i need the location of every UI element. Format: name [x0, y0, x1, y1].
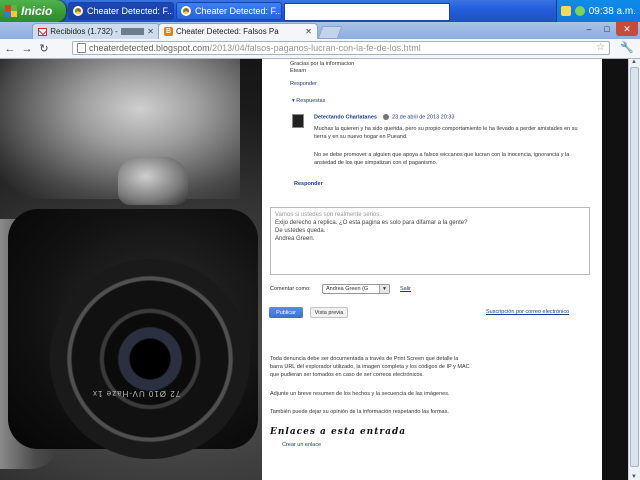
scrollbar-thumb[interactable] — [630, 67, 639, 467]
reply-body-line: ansiedad de los que simpatizan con el pa… — [314, 160, 438, 166]
taskbar-task-1[interactable]: Cheater Detected: F... — [68, 2, 174, 20]
blogger-icon: B — [164, 27, 173, 36]
textarea-line: Vamos si ustedes son realmente serios.. — [275, 212, 383, 218]
section-title: Enlaces a esta entrada — [270, 427, 407, 437]
comment-textarea[interactable]: Vamos si ustedes son realmente serios.. … — [270, 207, 590, 275]
start-button[interactable]: Inicio — [0, 0, 66, 22]
task-label: Cheater Detected: F... — [195, 6, 282, 16]
close-window-icon[interactable]: ✕ — [616, 22, 638, 36]
edit-icon — [382, 114, 389, 120]
notice-line: Adjunte un breve resumen de los hechos y… — [270, 391, 450, 397]
reply-date[interactable]: 23 de abril de 2013 20:33 — [392, 114, 454, 120]
comment-text: Etearn — [290, 68, 307, 74]
comment-as-select[interactable]: Andrea Green (G ▼ — [322, 284, 390, 294]
taskbar: Inicio Cheater Detected: F... Cheater De… — [0, 0, 640, 22]
textarea-line: De ustedes queda. — [275, 228, 326, 234]
publish-button[interactable]: Publicar — [269, 307, 303, 318]
reply-body-line: tierra y en su nuevo hogar en Pueand. — [314, 134, 408, 140]
create-link[interactable]: Crear un enlace — [282, 442, 321, 449]
page-viewport: 72 Ø10 UV-Haze 1x Gracias por la informa… — [0, 59, 640, 480]
blog-content-column: Gracias por la informacion Etearn Respon… — [262, 59, 602, 480]
browser-toolbar: ← → ↻ cheaterdetected.blogspot.com/2013/… — [0, 39, 640, 59]
forward-icon[interactable]: → — [20, 42, 34, 56]
scroll-down-icon[interactable]: ▼ — [631, 474, 637, 480]
taskbar-task-redacted[interactable] — [284, 3, 450, 21]
photographer-finger — [118, 157, 188, 205]
system-tray: 09:38 a.m. — [556, 0, 640, 22]
browser-tab-bar: Recibidos (1.732) - ✕ B Cheater Detected… — [0, 22, 640, 39]
comment-text: Gracias por la informacion — [290, 61, 355, 67]
reply-link[interactable]: Responder — [290, 81, 317, 88]
tray-icon-1[interactable] — [560, 6, 571, 16]
close-tab-icon[interactable]: ✕ — [305, 27, 312, 36]
new-tab-button[interactable] — [317, 26, 343, 39]
logout-link[interactable]: Salir — [400, 286, 411, 293]
windows-flag-icon — [5, 5, 17, 17]
tray-icon-2[interactable] — [574, 6, 585, 16]
textarea-line: Andrea Green. — [275, 236, 315, 242]
back-icon[interactable]: ← — [3, 42, 17, 56]
wrench-menu-icon[interactable]: 🔧 — [620, 41, 634, 54]
gmail-icon — [38, 27, 48, 36]
redacted-text — [120, 28, 145, 35]
reply-link[interactable]: Responder — [294, 181, 323, 188]
notice-line: También puede dejar su opinión de la inf… — [270, 409, 449, 415]
chrome-icon — [181, 6, 191, 16]
close-tab-icon[interactable]: ✕ — [147, 27, 154, 36]
vertical-scrollbar[interactable]: ▲ ▼ — [628, 59, 640, 480]
lens-text: 72 Ø10 UV-Haze 1x — [92, 389, 181, 398]
replies-label: Respuestas — [296, 98, 326, 104]
reply-author[interactable]: Detectando Charlatanes — [314, 114, 377, 120]
page-icon — [77, 43, 86, 53]
url-path: /2013/04/falsos-paganos-lucran-con-la-fe… — [209, 43, 421, 53]
textarea-line: Exijo derecho a replica. ¿O esta pagina … — [275, 220, 468, 226]
chevron-down-icon: ▼ — [379, 285, 389, 293]
subscribe-link[interactable]: Suscripción por correo electrónico — [486, 309, 569, 316]
notice-line: que pudieran ser tomados en caso de ser … — [270, 372, 424, 378]
tab-gmail[interactable]: Recibidos (1.732) - ✕ — [32, 23, 160, 39]
avatar — [292, 114, 304, 128]
maximize-icon[interactable]: □ — [598, 22, 616, 36]
address-bar[interactable]: cheaterdetected.blogspot.com/2013/04/fal… — [72, 41, 610, 55]
notice-line: Toda denuncia debe ser documentada a tra… — [270, 356, 459, 362]
minimize-icon[interactable]: – — [580, 22, 598, 36]
reload-icon[interactable]: ↻ — [37, 42, 51, 56]
comment-as-value: Andrea Green (G — [326, 286, 369, 292]
tab-cheater-detected[interactable]: B Cheater Detected: Falsos Pa ✕ — [158, 23, 318, 39]
reply-body-line: No se debe promover a alguien que apoya … — [314, 152, 570, 158]
comment-as-label: Comentar como: — [270, 286, 311, 292]
taskbar-task-2[interactable]: Cheater Detected: F... — [176, 2, 282, 20]
camera-lens — [50, 259, 250, 459]
replies-toggle[interactable]: ▾ Respuestas — [292, 98, 325, 105]
task-label: Cheater Detected: F... — [87, 6, 174, 16]
reply-header: Detectando Charlatanes 23 de abril de 20… — [314, 114, 454, 121]
chrome-icon — [73, 6, 83, 16]
tab-label: Recibidos (1.732) - — [50, 27, 118, 36]
url-domain: cheaterdetected.blogspot.com — [89, 43, 210, 53]
reply-body-line: Muchas la quieren y ha sido querida, per… — [314, 126, 578, 132]
bookmark-star-icon[interactable]: ☆ — [596, 42, 605, 53]
photo-right-edge — [602, 59, 628, 480]
preview-button[interactable]: Vista previa — [310, 307, 348, 318]
scroll-up-icon[interactable]: ▲ — [631, 59, 637, 65]
clock[interactable]: 09:38 a.m. — [589, 6, 636, 17]
notice-line: barra URL del explorador utilizado, la i… — [270, 364, 470, 370]
tab-label: Cheater Detected: Falsos Pa — [176, 27, 279, 36]
start-label: Inicio — [21, 4, 53, 18]
